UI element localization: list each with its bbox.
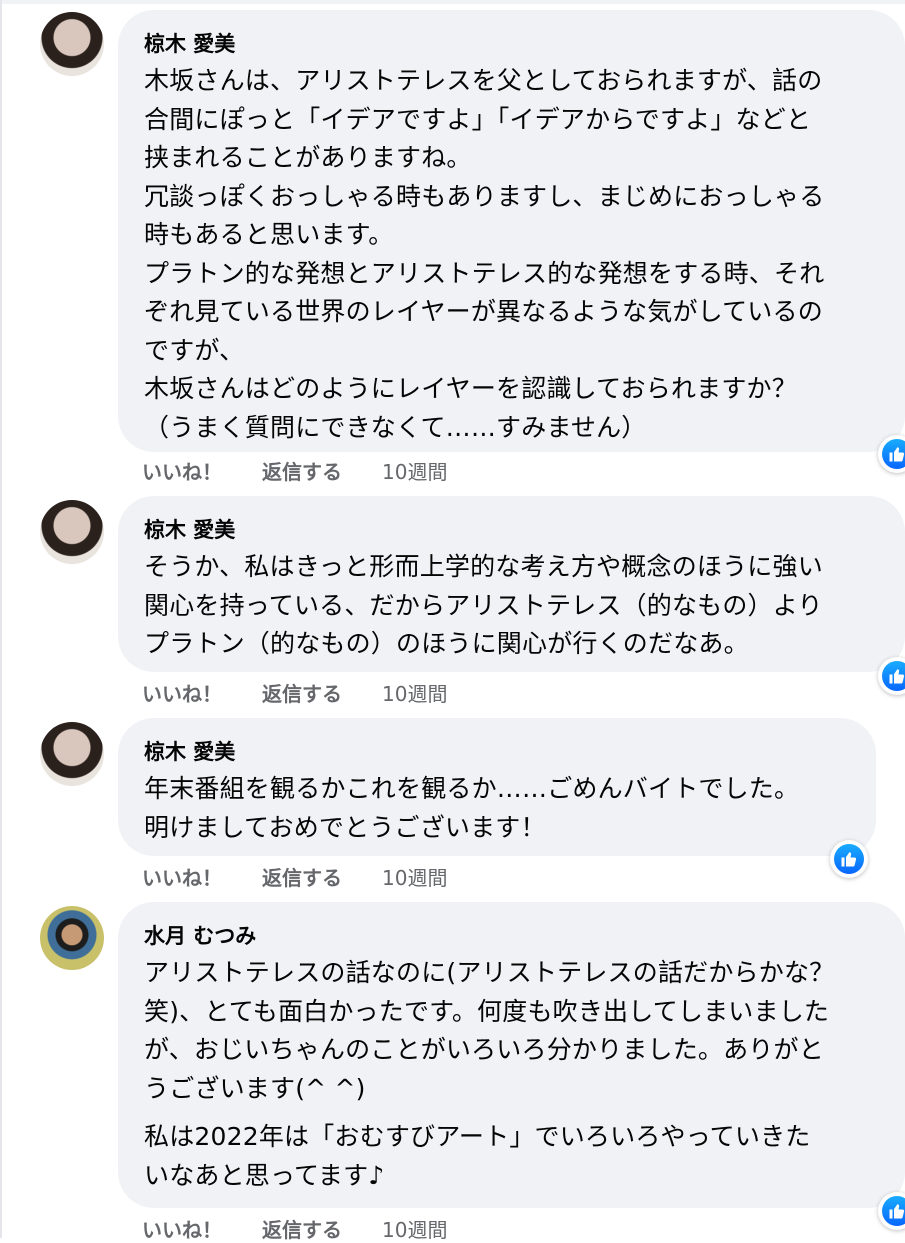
like-link[interactable]: いいね！ (142, 1214, 262, 1243)
timestamp[interactable]: 10週間 (382, 678, 447, 707)
comment-bubble: 椋木 愛美 そうか、私はきっと形而上学的な考え方や概念のほうに強い 関心を持って… (118, 496, 905, 672)
thread-line (0, 0, 2, 1238)
like-reaction-icon[interactable] (878, 1192, 905, 1230)
like-reaction-icon[interactable] (830, 840, 868, 878)
comment-actions: いいね！ 返信する 10週間 (142, 678, 447, 707)
timestamp[interactable]: 10週間 (382, 456, 447, 485)
comment-author[interactable]: 椋木 愛美 (144, 30, 879, 58)
timestamp[interactable]: 10週間 (382, 1214, 447, 1243)
top-divider (0, 0, 905, 4)
comment-text: そうか、私はきっと形而上学的な考え方や概念のほうに強い 関心を持っている、だから… (144, 552, 823, 658)
like-reaction-icon[interactable] (878, 435, 905, 473)
comment-author[interactable]: 水月 むつみ (144, 922, 879, 950)
comment-text-paragraph-2: 私は2022年は「おむすびアート」でいろいろやっていきた いなあと思ってます♪ (144, 1122, 811, 1190)
comment-text: 木坂さんは、アリストテレスを父としておられますが、話の 合間にぽっと「イデアです… (144, 66, 825, 442)
like-reaction-icon[interactable] (878, 657, 905, 695)
avatar[interactable] (40, 500, 104, 564)
comment-text: アリストテレスの話なのに(アリストテレスの話だからかな？ 笑)、とても面白かった… (144, 958, 835, 1103)
comment-text: 年末番組を観るかこれを観るか……ごめんバイトでした。 明けましておめでとうござい… (144, 774, 800, 842)
comment-bubble: 水月 むつみ アリストテレスの話なのに(アリストテレスの話だからかな？ 笑)、と… (118, 902, 905, 1208)
avatar[interactable] (40, 906, 104, 970)
like-link[interactable]: いいね！ (142, 862, 262, 891)
comment-actions: いいね！ 返信する 10週間 (142, 1214, 447, 1243)
reply-link[interactable]: 返信する (262, 456, 382, 485)
reply-link[interactable]: 返信する (262, 1214, 382, 1243)
timestamp[interactable]: 10週間 (382, 862, 447, 891)
comment-author[interactable]: 椋木 愛美 (144, 738, 850, 766)
comment-bubble: 椋木 愛美 年末番組を観るかこれを観るか……ごめんバイトでした。 明けましておめ… (118, 718, 876, 856)
comment-bubble: 椋木 愛美 木坂さんは、アリストテレスを父としておられますが、話の 合間にぽっと… (118, 10, 905, 452)
comment-author[interactable]: 椋木 愛美 (144, 516, 879, 544)
like-link[interactable]: いいね！ (142, 456, 262, 485)
comment-actions: いいね！ 返信する 10週間 (142, 862, 447, 891)
comment-actions: いいね！ 返信する 10週間 (142, 456, 447, 485)
avatar[interactable] (40, 12, 104, 76)
like-link[interactable]: いいね！ (142, 678, 262, 707)
reply-link[interactable]: 返信する (262, 862, 382, 891)
avatar[interactable] (40, 722, 104, 786)
reply-link[interactable]: 返信する (262, 678, 382, 707)
